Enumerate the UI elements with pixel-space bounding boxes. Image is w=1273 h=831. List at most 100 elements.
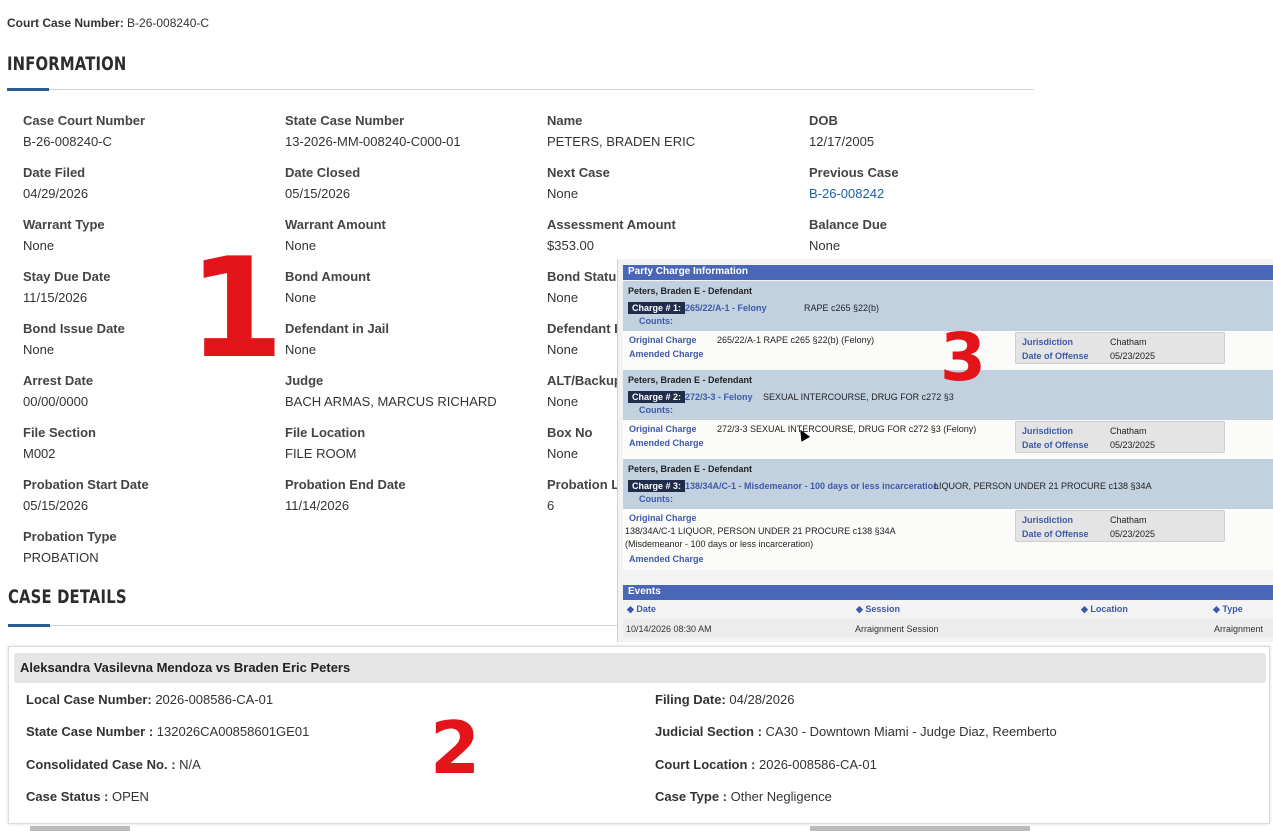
events-col-type[interactable]: ◆ Type <box>1213 604 1243 615</box>
field-label: Filing Date: <box>655 692 726 707</box>
field-defendant-partial: Defendant I None <box>547 321 618 357</box>
field-state-case-number: State Case Number 13-2026-MM-008240-C000… <box>285 113 461 149</box>
field-value: CA30 - Downtown Miami - Judge Diaz, Reem… <box>765 724 1057 739</box>
clipped-content <box>30 826 130 831</box>
case-details-accent <box>8 624 50 627</box>
field-value: 11/14/2026 <box>285 498 350 513</box>
field-date-closed: Date Closed 05/15/2026 <box>285 165 360 201</box>
field-label: Judge <box>285 373 324 388</box>
charge-code-link[interactable]: 265/22/A-1 - Felony <box>685 303 767 313</box>
field-label: Probation L <box>547 477 620 492</box>
field-value: None <box>809 238 841 253</box>
field-value: BACH ARMAS, MARCUS RICHARD <box>285 394 497 409</box>
field-alt-backup: ALT/Backup None <box>547 373 622 409</box>
field-value: None <box>23 238 55 253</box>
charge-counts: Counts: <box>639 494 673 504</box>
field-label: Balance Due <box>809 217 888 232</box>
field-stay-due-date: Stay Due Date 11/15/2026 <box>23 269 110 305</box>
field-warrant-type: Warrant Type None <box>23 217 105 253</box>
case-details-card: Aleksandra Vasilevna Mendoza vs Braden E… <box>8 646 1270 824</box>
case-type: Case Type : Other Negligence <box>655 789 832 804</box>
previous-case-link[interactable]: B-26-008242 <box>809 186 899 201</box>
field-case-court-number: Case Court Number B-26-008240-C <box>23 113 145 149</box>
charge-tag: Charge # 1: <box>628 302 686 314</box>
charge-code-link[interactable]: 272/3-3 - Felony <box>685 392 753 402</box>
charge-tag: Charge # 3: <box>628 480 686 492</box>
original-charge-text-cont: (Misdemeanor - 100 days or less incarcer… <box>625 539 814 549</box>
charge-description: LIQUOR, PERSON UNDER 21 PROCURE c138 §34… <box>934 481 1152 491</box>
events-col-session[interactable]: ◆ Session <box>856 604 900 615</box>
field-value: None <box>547 290 579 305</box>
field-label: Defendant in Jail <box>285 321 390 336</box>
event-session: Arraignment Session <box>855 624 939 634</box>
jurisdiction-label: Jurisdiction <box>1022 426 1074 436</box>
field-value: None <box>285 342 317 357</box>
field-warrant-amount: Warrant Amount None <box>285 217 386 253</box>
field-label: Case Court Number <box>23 113 146 128</box>
field-value: 6 <box>547 498 555 513</box>
field-label: Bond Status <box>547 269 624 284</box>
events-col-date[interactable]: ◆ Date <box>627 604 656 615</box>
field-label: Name <box>547 113 583 128</box>
field-name: Name PETERS, BRADEN ERIC <box>547 113 695 149</box>
field-value: PROBATION <box>23 550 99 565</box>
court-case-number-value: B-26-008240-C <box>127 16 210 30</box>
field-file-location: File Location FILE ROOM <box>285 425 365 461</box>
case-details-rule <box>8 625 618 626</box>
field-value: None <box>547 186 579 201</box>
field-label: Case Status : <box>26 789 109 804</box>
information-heading: INFORMATION <box>7 53 127 75</box>
field-value: N/A <box>179 757 201 772</box>
field-label: Arrest Date <box>23 373 94 388</box>
events-row[interactable] <box>623 619 1273 637</box>
clipped-content <box>810 826 1030 831</box>
event-date: 10/14/2026 08:30 AM <box>626 624 712 634</box>
field-value: None <box>547 446 579 461</box>
field-next-case: Next Case None <box>547 165 610 201</box>
field-label: DOB <box>809 113 838 128</box>
field-value: 132026CA00858601GE01 <box>156 724 310 739</box>
field-value: 00/00/0000 <box>23 394 89 409</box>
field-label: Previous Case <box>809 165 899 180</box>
consolidated-case: Consolidated Case No. : N/A <box>26 757 201 772</box>
field-value: None <box>285 238 317 253</box>
field-value: 04/29/2026 <box>23 186 89 201</box>
field-label: Date Closed <box>285 165 361 180</box>
charge-counts: Counts: <box>639 316 673 326</box>
field-label: Bond Amount <box>285 269 371 284</box>
field-label: State Case Number <box>285 113 405 128</box>
field-label: Warrant Type <box>23 217 105 232</box>
field-value: 05/15/2026 <box>23 498 89 513</box>
annotation-number-2: 2 <box>430 706 481 790</box>
field-label: Warrant Amount <box>285 217 386 232</box>
field-value: Other Negligence <box>730 789 832 804</box>
events-header: Events <box>623 585 1273 600</box>
field-label: Consolidated Case No. : <box>26 757 176 772</box>
annotation-number-1: 1 <box>188 228 285 389</box>
field-dob: DOB 12/17/2005 <box>809 113 874 149</box>
jurisdiction-label: Jurisdiction <box>1022 337 1074 347</box>
case-details-heading: CASE DETAILS <box>8 586 127 608</box>
field-value: M002 <box>23 446 56 461</box>
charge-code-link[interactable]: 138/34A/C-1 - Misdemeanor - 100 days or … <box>685 481 939 491</box>
field-label: State Case Number : <box>26 724 154 739</box>
charge-party: Peters, Braden E - Defendant <box>628 286 753 296</box>
charge-counts: Counts: <box>639 405 673 415</box>
state-case-number: State Case Number : 132026CA00858601GE01 <box>26 724 309 739</box>
field-label: File Section <box>23 425 96 440</box>
field-label: Probation End Date <box>285 477 406 492</box>
jurisdiction-value: Chatham <box>1110 337 1147 347</box>
field-file-section: File Section M002 <box>23 425 96 461</box>
event-type: Arraignment <box>1214 624 1264 634</box>
field-value: 12/17/2005 <box>809 134 875 149</box>
field-bond-status: Bond Status None <box>547 269 624 305</box>
amended-charge-label: Amended Charge <box>629 349 704 359</box>
field-label: Judicial Section : <box>655 724 762 739</box>
field-value: 13-2026-MM-008240-C000-01 <box>285 134 461 149</box>
filing-date: Filing Date: 04/28/2026 <box>655 692 794 707</box>
field-label: Probation Type <box>23 529 117 544</box>
offense-date-value: 05/23/2025 <box>1110 529 1156 539</box>
field-label: Case Type : <box>655 789 728 804</box>
events-col-location[interactable]: ◆ Location <box>1081 604 1128 615</box>
field-bond-issue-date: Bond Issue Date None <box>23 321 125 357</box>
